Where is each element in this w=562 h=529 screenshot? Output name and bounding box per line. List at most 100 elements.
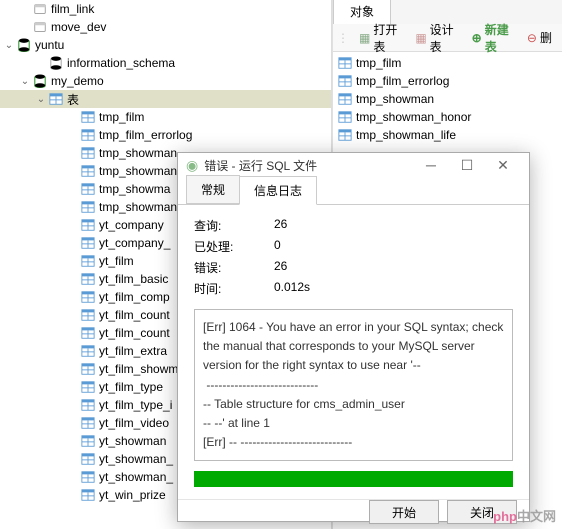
table-icon [80, 433, 96, 449]
expand-icon[interactable] [18, 2, 32, 16]
expand-icon[interactable] [66, 200, 80, 214]
tree-item-表[interactable]: ⌄表 [0, 90, 331, 108]
time-label: 时间: [194, 280, 274, 297]
maximize-button[interactable]: ☐ [449, 153, 485, 177]
open-label: 打开表 [373, 21, 399, 55]
query-value: 26 [274, 217, 513, 234]
object-label: tmp_showman [356, 92, 434, 106]
expand-icon[interactable]: ⌄ [18, 74, 32, 88]
design-table-button[interactable]: ▦ 设计表 [409, 19, 461, 57]
time-value: 0.012s [274, 280, 513, 297]
schema-active-icon [32, 73, 48, 89]
error-value: 26 [274, 259, 513, 276]
new-label: 新建表 [485, 21, 511, 55]
expand-icon[interactable] [66, 128, 80, 142]
expand-icon[interactable] [66, 308, 80, 322]
start-button[interactable]: 开始 [369, 500, 439, 524]
table-icon [80, 199, 96, 215]
expand-icon[interactable]: ⌄ [2, 38, 16, 52]
tables-icon [48, 91, 64, 107]
expand-icon[interactable] [66, 434, 80, 448]
app-icon: ◉ [186, 157, 198, 174]
expand-icon[interactable] [66, 470, 80, 484]
design-label: 设计表 [430, 21, 456, 55]
minimize-button[interactable]: ─ [413, 153, 449, 177]
tree-label: film_link [51, 2, 94, 16]
design-icon: ▦ [415, 31, 426, 45]
plus-icon: ⊕ [472, 31, 482, 45]
tree-label: yt_film_type_i [99, 398, 172, 412]
sql-error-dialog: ◉ 错误 - 运行 SQL 文件 ─ ☐ ✕ 常规 信息日志 查询: 26 已处… [177, 152, 530, 522]
tree-label: tmp_film [99, 110, 144, 124]
object-label: tmp_film [356, 56, 401, 70]
tree-item-information_schema[interactable]: information_schema [0, 54, 331, 72]
tree-label: yt_showman_ [99, 452, 173, 466]
processed-value: 0 [274, 238, 513, 255]
tree-label: my_demo [51, 74, 104, 88]
expand-icon[interactable] [66, 182, 80, 196]
object-item-tmp_film_errorlog[interactable]: tmp_film_errorlog [335, 72, 560, 90]
tree-label: move_dev [51, 20, 106, 34]
tree-label: yt_film_extra [99, 344, 167, 358]
object-item-tmp_showman[interactable]: tmp_showman [335, 90, 560, 108]
open-table-button[interactable]: ▦ 打开表 [353, 19, 405, 57]
expand-icon[interactable] [66, 398, 80, 412]
dialog-titlebar[interactable]: ◉ 错误 - 运行 SQL 文件 ─ ☐ ✕ [178, 153, 529, 177]
expand-icon[interactable] [66, 110, 80, 124]
table-icon [337, 55, 353, 71]
expand-icon[interactable] [66, 344, 80, 358]
object-item-tmp_showman_life[interactable]: tmp_showman_life [335, 126, 560, 144]
tree-item-film_link[interactable]: film_link [0, 0, 331, 18]
object-item-tmp_film[interactable]: tmp_film [335, 54, 560, 72]
tree-label: yt_film [99, 254, 134, 268]
object-label: tmp_showman_honor [356, 110, 471, 124]
expand-icon[interactable] [34, 56, 48, 70]
tab-general[interactable]: 常规 [186, 175, 240, 204]
expand-icon[interactable] [66, 272, 80, 286]
tree-label: yt_win_prize [99, 488, 166, 502]
expand-icon[interactable]: ⌄ [34, 92, 48, 106]
tree-label: tmp_showman [99, 146, 177, 160]
expand-icon[interactable] [66, 380, 80, 394]
table-icon [80, 451, 96, 467]
close-button[interactable]: ✕ [485, 153, 521, 177]
expand-icon[interactable] [66, 146, 80, 160]
delete-icon: ⊖ [527, 31, 537, 45]
separator: ⋮ [337, 31, 349, 45]
expand-icon[interactable] [18, 20, 32, 34]
tree-label: tmp_film_errorlog [99, 128, 192, 142]
expand-icon[interactable] [66, 164, 80, 178]
table-icon [337, 91, 353, 107]
table-icon [80, 325, 96, 341]
open-icon: ▦ [359, 31, 370, 45]
new-table-button[interactable]: ⊕ 新建表 [466, 19, 517, 57]
expand-icon[interactable] [66, 326, 80, 340]
object-label: tmp_showman_life [356, 128, 456, 142]
table-icon [80, 127, 96, 143]
expand-icon[interactable] [66, 452, 80, 466]
tree-item-tmp_film[interactable]: tmp_film [0, 108, 331, 126]
query-label: 查询: [194, 217, 274, 234]
expand-icon[interactable] [66, 290, 80, 304]
expand-icon[interactable] [66, 236, 80, 250]
dialog-title: 错误 - 运行 SQL 文件 [204, 157, 413, 174]
tree-item-tmp_film_errorlog[interactable]: tmp_film_errorlog [0, 126, 331, 144]
expand-icon[interactable] [66, 416, 80, 430]
delete-table-button[interactable]: ⊖ 删 [521, 27, 558, 48]
expand-icon[interactable] [66, 488, 80, 502]
table-icon [337, 127, 353, 143]
tree-item-yuntu[interactable]: ⌄yuntu [0, 36, 331, 54]
table-icon [80, 289, 96, 305]
object-item-tmp_showman_honor[interactable]: tmp_showman_honor [335, 108, 560, 126]
tree-item-move_dev[interactable]: move_dev [0, 18, 331, 36]
tab-info-log[interactable]: 信息日志 [239, 176, 317, 205]
link-icon [32, 19, 48, 35]
delete-label: 删 [540, 29, 552, 46]
error-message-box[interactable]: [Err] 1064 - You have an error in your S… [194, 309, 513, 461]
tree-item-my_demo[interactable]: ⌄ my_demo [0, 72, 331, 90]
expand-icon[interactable] [66, 254, 80, 268]
expand-icon[interactable] [66, 218, 80, 232]
expand-icon[interactable] [66, 362, 80, 376]
watermark: php中文网 [493, 506, 556, 525]
tree-label: yt_film_count [99, 326, 170, 340]
